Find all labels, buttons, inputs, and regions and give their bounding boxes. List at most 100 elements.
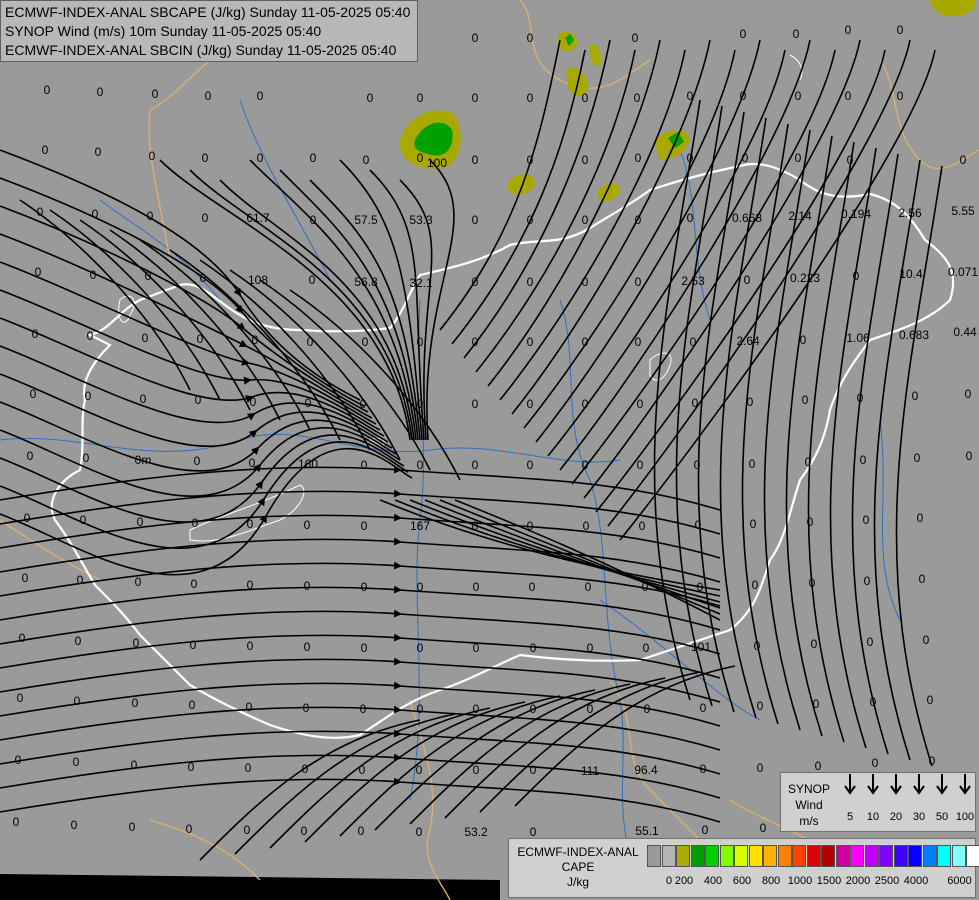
header-line-wind: SYNOP Wind (m/s) 10m Sunday 11-05-2025 0…	[5, 23, 322, 39]
cape-color-swatch	[879, 845, 893, 867]
streamline	[511, 39, 711, 415]
streamline	[409, 683, 631, 825]
down-arrow-icon	[844, 774, 856, 795]
streamline	[851, 153, 899, 755]
cape-title: ECMWF-INDEX-ANAL	[517, 845, 639, 859]
streamline	[697, 111, 745, 713]
cape-blob-low	[566, 67, 589, 97]
cape-color-swatch	[719, 845, 734, 867]
streamline	[0, 489, 721, 535]
cape-color-swatch	[734, 845, 748, 867]
down-arrow-icon	[959, 774, 971, 795]
streamline	[595, 49, 886, 513]
streamline	[0, 261, 377, 425]
cape-tick-label: 2000	[845, 875, 871, 887]
cape-color-swatch	[792, 845, 806, 867]
header-line-cape: ECMWF-INDEX-ANAL SBCAPE (J/kg) Sunday 11…	[5, 4, 411, 20]
cape-color-swatch	[922, 845, 937, 867]
cape-tick-label: 1500	[816, 875, 842, 887]
map-header: ECMWF-INDEX-ANAL SBCAPE (J/kg) Sunday 11…	[0, 0, 418, 62]
streamline	[0, 401, 397, 472]
cape-tick-label: 400	[703, 875, 723, 887]
map-edge	[0, 874, 500, 900]
cape-color-swatch	[864, 845, 879, 867]
cape-color-swatch	[893, 845, 908, 867]
cape-blob-low	[930, 0, 976, 17]
streamline	[785, 135, 833, 737]
cape-color-swatch	[966, 845, 979, 867]
cape-color-swatch	[908, 845, 922, 867]
cape-tick-label: 4000	[903, 875, 929, 887]
synop-speed-label: 5	[846, 811, 854, 823]
synop-speed-label: 30	[912, 811, 926, 823]
cape-color-legend: ECMWF-INDEX-ANAL CAPE J/kg 0 200 400 600 800…	[508, 838, 979, 898]
cape-color-swatch	[705, 845, 719, 867]
streamline	[895, 165, 943, 767]
streamline	[547, 49, 786, 457]
cape-color-swatch	[676, 845, 690, 867]
synop-speed-label: 10	[866, 811, 880, 823]
cape-tick-label: 2500	[874, 875, 900, 887]
cape-color-swatch	[763, 845, 777, 867]
cape-color-swatch	[806, 845, 821, 867]
cape-color-swatch	[647, 845, 661, 867]
cape-color-swatch	[937, 845, 951, 867]
cape-legend-title: ECMWF-INDEX-ANAL CAPE J/kg	[513, 845, 643, 890]
cape-color-swatch	[821, 845, 835, 867]
map-canvas	[0, 0, 979, 900]
streamline	[675, 105, 723, 707]
cape-subtitle: CAPE	[561, 860, 595, 874]
down-arrow-icon	[890, 774, 902, 795]
synop-speed-label: 20	[889, 811, 903, 823]
cape-blob-low	[589, 44, 601, 67]
streamline	[439, 39, 561, 331]
streamline	[0, 753, 721, 799]
streamline	[249, 159, 417, 441]
cape-shading	[358, 0, 976, 202]
streamline	[0, 149, 361, 401]
cape-tick-label: 600	[732, 875, 752, 887]
streamline	[607, 39, 911, 527]
synop-title: SYNOP	[787, 782, 830, 796]
cape-tick-label: 800	[761, 875, 781, 887]
streamline	[159, 159, 411, 441]
streamline	[653, 99, 701, 701]
streamline	[873, 159, 921, 761]
synop-speed-label: 100	[955, 811, 975, 823]
cape-color-swatch	[777, 845, 792, 867]
streamline	[279, 169, 419, 441]
streamline	[763, 129, 811, 731]
cape-color-swatch	[661, 845, 676, 867]
cape-color-swatch	[951, 845, 966, 867]
streamline	[0, 205, 369, 413]
cape-color-swatch	[690, 845, 705, 867]
cape-tick-label: 6000	[947, 875, 972, 887]
synop-subtitle: Wind	[795, 798, 823, 812]
cape-tick-label: 200	[674, 875, 694, 887]
cape-color-swatch	[835, 845, 850, 867]
streamline	[0, 317, 385, 437]
cape-tick-label: 0	[665, 875, 673, 887]
cape-color-swatch	[748, 845, 763, 867]
cape-color-swatch	[850, 845, 864, 867]
streamline	[0, 657, 721, 703]
synop-speed-label: 50	[935, 811, 949, 823]
streamline	[514, 665, 736, 807]
down-arrow-icon	[913, 774, 925, 795]
streamline	[0, 465, 721, 511]
synop-legend-title: SYNOP Wind m/s	[785, 781, 833, 829]
weather-map: 0000000000000000000000000000000000100000…	[0, 0, 979, 900]
down-arrow-icon	[867, 774, 879, 795]
streamline	[426, 159, 455, 441]
synop-wind-legend: SYNOP Wind m/s 5 10 20 30 50 100	[780, 772, 976, 832]
cape-tick-label: 1000	[787, 875, 813, 887]
streamline	[719, 117, 767, 719]
streamline	[807, 141, 855, 743]
header-line-cin: ECMWF-INDEX-ANAL SBCIN (J/kg) Sunday 11-…	[5, 42, 397, 58]
down-arrow-icon	[936, 774, 948, 795]
streamline	[619, 49, 936, 541]
streamline	[0, 609, 721, 655]
streamline	[0, 705, 721, 751]
synop-unit: m/s	[799, 814, 819, 828]
streamline	[741, 123, 789, 725]
